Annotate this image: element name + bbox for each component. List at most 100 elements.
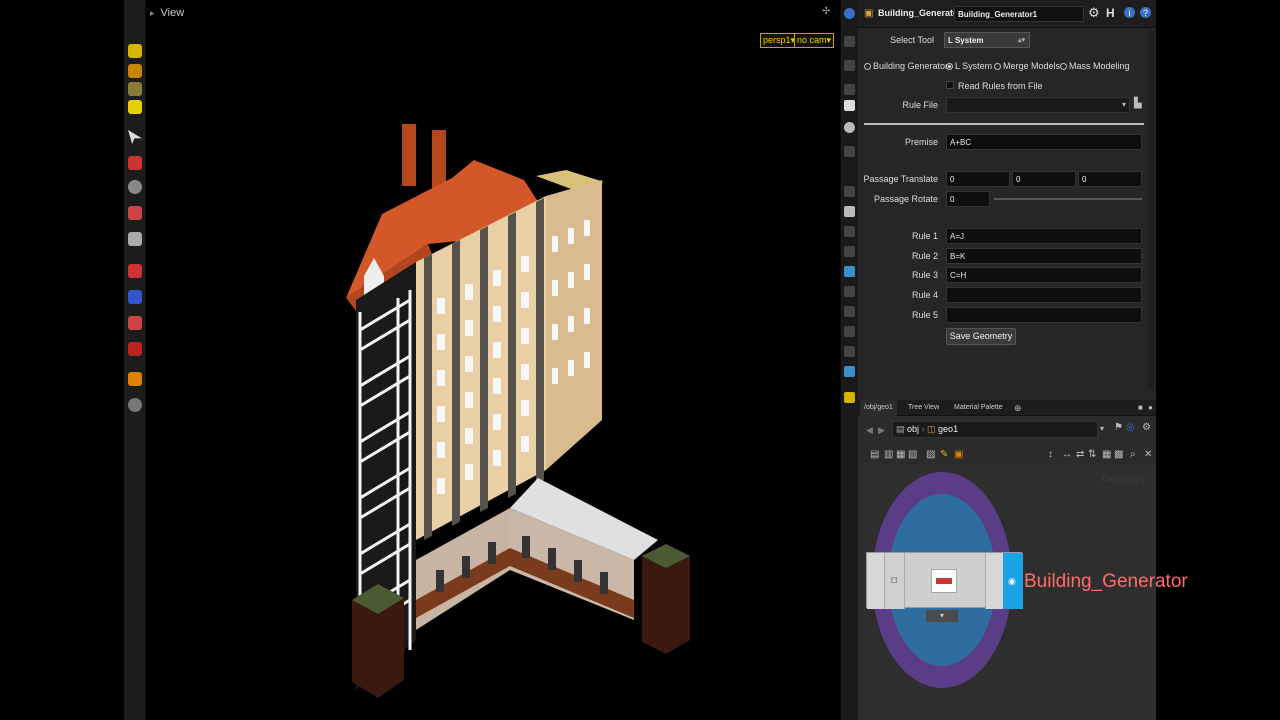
node-name-field[interactable]: Building_Generator1 [954, 6, 1084, 22]
display-icon[interactable] [844, 326, 855, 337]
close-icon[interactable]: ✕ [1144, 449, 1152, 461]
network-canvas[interactable]: Geometry ◘ ◉ ▾ Building_Generator [858, 464, 1188, 720]
select-arrow-icon[interactable] [128, 130, 142, 144]
toolbar-icon[interactable]: ⇅ [1088, 449, 1096, 461]
output-connector[interactable]: ▾ [926, 610, 958, 622]
passage-translate-z[interactable]: 0 [1078, 171, 1142, 187]
bypass-flag[interactable] [867, 553, 885, 609]
rule-1-field[interactable]: A=J [946, 228, 1142, 244]
tool-icon[interactable] [128, 232, 142, 246]
tool-icon[interactable] [128, 398, 142, 412]
tool-icon[interactable] [128, 372, 142, 386]
tab-tree-view[interactable]: Tree View [904, 400, 943, 416]
grid-icon[interactable]: ▦ [1102, 449, 1111, 461]
tab-material-palette[interactable]: Material Palette [950, 400, 1007, 416]
toolbar-icon[interactable]: ↕ [1048, 449, 1053, 461]
display-icon[interactable] [844, 306, 855, 317]
help-icon[interactable]: ? [1140, 7, 1151, 18]
close-icon[interactable]: ● [1148, 402, 1153, 414]
tool-icon[interactable] [128, 82, 142, 96]
link-icon[interactable]: ◎ [1126, 422, 1135, 434]
gear-icon[interactable]: ⚙ [1142, 422, 1151, 434]
display-icon[interactable] [844, 122, 855, 133]
passage-translate-x[interactable]: 0 [946, 171, 1010, 187]
display-icon[interactable] [844, 36, 855, 47]
toolbar-icon[interactable]: ▣ [954, 449, 963, 461]
toolbar-icon[interactable]: ↔ [1062, 449, 1072, 461]
toolbar-icon[interactable]: ▥ [884, 449, 893, 461]
toolbar-icon[interactable]: ▨ [926, 449, 935, 461]
tool-icon[interactable] [128, 316, 142, 330]
maximize-icon[interactable]: ■ [1138, 402, 1143, 414]
mode-label: L System [955, 61, 993, 71]
mode-radio-building-generator[interactable]: Building Generator [864, 61, 948, 71]
display-icon[interactable] [844, 84, 855, 95]
lock-flag[interactable]: ◘ [885, 553, 905, 609]
display-icon[interactable] [844, 246, 855, 257]
tool-icon[interactable] [128, 342, 142, 356]
display-icon[interactable] [844, 366, 855, 377]
display-flag[interactable]: ◉ [1003, 553, 1023, 609]
back-icon[interactable]: ◀ [866, 424, 873, 436]
tool-icon[interactable] [128, 44, 142, 58]
tool-icon[interactable] [128, 206, 142, 220]
radio-icon [946, 62, 953, 70]
template-flag[interactable] [985, 553, 1003, 609]
display-icon[interactable] [844, 226, 855, 237]
tool-icon[interactable] [128, 290, 142, 304]
file-browse-icon[interactable]: ▙ [1134, 98, 1142, 110]
chevron-down-icon[interactable]: ▾ [1100, 423, 1104, 435]
toolbar-icon[interactable]: ▤ [870, 449, 879, 461]
tool-icon[interactable] [128, 180, 142, 194]
translate-x-value: 0 [950, 175, 955, 184]
gear-icon[interactable]: ⚙ [1088, 6, 1100, 19]
tab-obj-geo1[interactable]: /obj/geo1 [860, 400, 897, 416]
tool-icon[interactable] [128, 156, 142, 170]
display-icon[interactable] [844, 286, 855, 297]
rule-3-field[interactable]: C=H [946, 267, 1142, 283]
display-icon[interactable] [844, 186, 855, 197]
display-icon[interactable] [844, 392, 855, 403]
rule-5-field[interactable] [946, 307, 1142, 323]
passage-rotate-field[interactable]: 0 [946, 191, 990, 207]
info-icon[interactable]: i [1124, 7, 1135, 18]
building-generator-node[interactable]: ◘ ◉ [866, 552, 1023, 609]
display-icon[interactable] [844, 206, 855, 217]
pin-icon[interactable]: ⚑ [1114, 422, 1123, 434]
forward-icon[interactable]: ▶ [878, 424, 885, 436]
display-icon[interactable] [844, 266, 855, 277]
rule-5-label: Rule 5 [911, 310, 938, 320]
add-tab-icon[interactable]: ⊕ [1014, 402, 1022, 414]
scrollbar[interactable] [1148, 30, 1154, 390]
path-field[interactable]: ▤ obj › ◫ geo1 [892, 421, 1098, 438]
display-icon[interactable] [844, 60, 855, 71]
passage-translate-y[interactable]: 0 [1012, 171, 1076, 187]
scene-viewport[interactable]: ▸ View ✢ persp1▾ no cam▾ [146, 0, 840, 720]
houdini-icon[interactable]: H [1106, 7, 1115, 19]
rule-2-field[interactable]: B=K [946, 248, 1142, 264]
select-tool-dropdown[interactable]: L System ▴▾ [944, 32, 1030, 48]
mode-radio-mass-modeling[interactable]: Mass Modeling [1060, 61, 1130, 71]
toolbar-icon[interactable]: ⇄ [1076, 449, 1084, 461]
tool-icon[interactable] [128, 264, 142, 278]
toolbar-icon[interactable]: ▦ [896, 449, 905, 461]
chevron-down-icon[interactable]: ▾ [1122, 99, 1126, 111]
premise-field[interactable]: A+BC [946, 134, 1142, 150]
display-icon[interactable] [844, 346, 855, 357]
display-icon[interactable] [844, 100, 855, 111]
rule-file-field[interactable] [946, 97, 1130, 113]
tool-icon[interactable] [128, 64, 142, 78]
display-icon[interactable] [844, 146, 855, 157]
mode-radio-l-system[interactable]: L System [946, 61, 992, 71]
toolbar-icon[interactable]: ✎ [940, 449, 948, 461]
toolbar-icon[interactable]: ▧ [908, 449, 917, 461]
help-icon[interactable] [844, 8, 855, 19]
grid-icon[interactable]: ▩ [1114, 449, 1123, 461]
tool-icon[interactable] [128, 100, 142, 114]
search-icon[interactable]: ⌕ [1130, 449, 1136, 461]
save-geometry-button[interactable]: Save Geometry [946, 328, 1016, 345]
rule-4-field[interactable] [946, 287, 1142, 303]
read-rules-checkbox[interactable] [946, 81, 954, 89]
passage-rotate-slider[interactable] [994, 198, 1142, 200]
mode-radio-merge-models[interactable]: Merge Models [994, 61, 1060, 71]
